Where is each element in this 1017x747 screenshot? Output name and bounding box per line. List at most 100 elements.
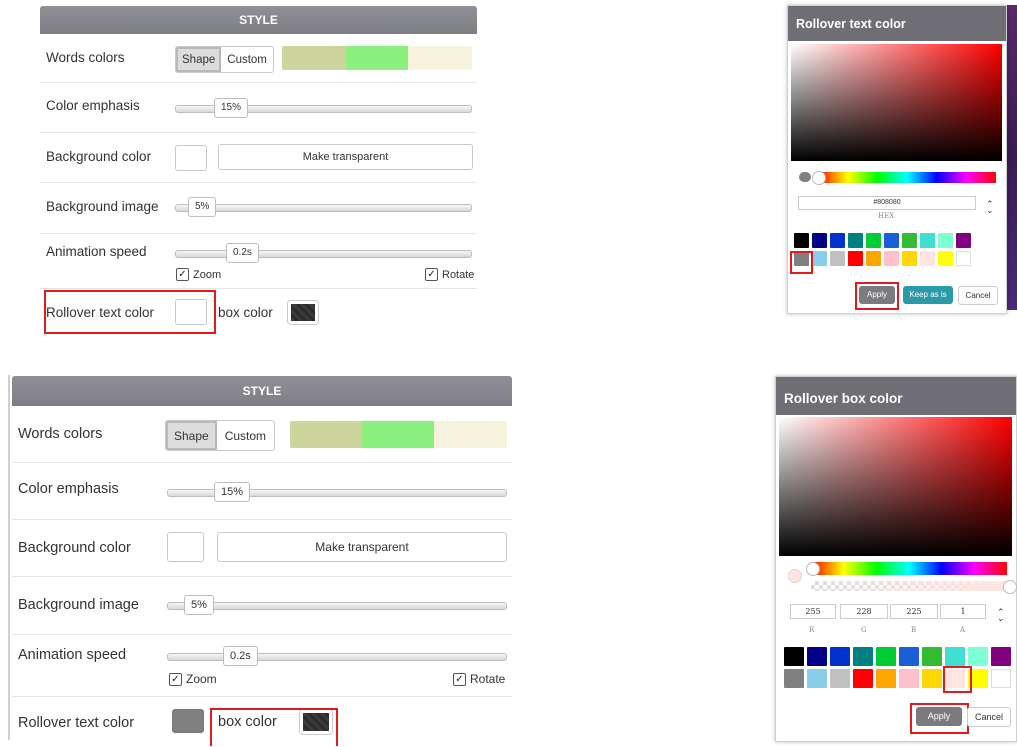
color-swatch[interactable] (866, 251, 881, 266)
color-swatch[interactable] (876, 647, 896, 666)
format-toggle-icon[interactable]: ⌃ ⌄ (986, 200, 994, 215)
color-swatch[interactable] (830, 669, 850, 688)
row-background-color: Background color Make transparent (40, 133, 477, 183)
color-swatch[interactable] (884, 233, 899, 248)
cancel-button[interactable]: Cancel (967, 707, 1011, 727)
slider-thumb[interactable]: 0.2s (223, 646, 258, 666)
color-swatch[interactable] (902, 251, 917, 266)
slider-thumb[interactable]: 15% (214, 98, 249, 118)
shape-button[interactable]: Shape (166, 421, 217, 450)
keep-as-is-button[interactable]: Keep as is (903, 286, 953, 304)
slider-thumb[interactable]: 15% (214, 482, 251, 502)
saturation-value-area[interactable] (779, 417, 1012, 556)
alpha-slider-thumb[interactable] (1003, 580, 1017, 594)
check-icon: ✓ (425, 268, 438, 281)
hue-slider-thumb[interactable] (806, 562, 820, 576)
slider-thumb[interactable]: 5% (188, 197, 217, 217)
hex-input[interactable]: #808080 (798, 196, 976, 210)
color-swatch[interactable] (853, 669, 873, 688)
make-transparent-button[interactable]: Make transparent (218, 144, 473, 170)
custom-button[interactable]: Custom (221, 47, 273, 72)
color-swatch[interactable] (945, 647, 965, 666)
color-swatch[interactable] (848, 251, 863, 266)
color-swatch[interactable] (922, 647, 942, 666)
row-color-emphasis: Color emphasis 15% (40, 83, 477, 133)
palette-color-2 (346, 46, 408, 70)
color-swatch[interactable] (899, 669, 919, 688)
row-words-colors: Words colors Shape Custom (12, 406, 512, 463)
slider-thumb[interactable]: 5% (184, 595, 214, 615)
rotate-checkbox[interactable]: ✓ Rotate (453, 672, 505, 686)
panel-header: STYLE (12, 376, 512, 406)
color-emphasis-slider[interactable]: 15% (175, 98, 472, 118)
color-swatch[interactable] (922, 669, 942, 688)
alpha-slider[interactable] (811, 581, 1007, 591)
shape-button[interactable]: Shape (176, 47, 222, 72)
color-swatch[interactable] (902, 233, 917, 248)
alpha-input[interactable]: 1 (940, 604, 986, 619)
color-swatch[interactable] (884, 251, 899, 266)
background-color-label: Background color (46, 149, 152, 164)
background-image-slider[interactable]: 5% (167, 595, 507, 615)
color-swatch[interactable] (853, 647, 873, 666)
custom-button[interactable]: Custom (217, 421, 274, 450)
hue-slider[interactable] (818, 172, 996, 183)
color-swatch[interactable] (848, 233, 863, 248)
color-swatch[interactable] (968, 647, 988, 666)
background-color-swatch[interactable] (167, 532, 204, 562)
color-swatch[interactable] (866, 233, 881, 248)
rotate-label: Rotate (470, 672, 506, 686)
color-swatch[interactable] (794, 233, 809, 248)
color-swatch[interactable] (812, 233, 827, 248)
color-swatch[interactable] (991, 647, 1011, 666)
background-image-slider[interactable]: 5% (175, 197, 472, 217)
color-swatch[interactable] (812, 251, 827, 266)
rollover-text-swatch[interactable] (172, 709, 204, 733)
hue-slider[interactable] (811, 562, 1007, 575)
row-words-colors: Words colors Shape Custom (40, 34, 477, 83)
color-emphasis-slider[interactable]: 15% (167, 482, 507, 502)
highlight-rollover-text (44, 290, 216, 334)
make-transparent-button[interactable]: Make transparent (217, 532, 507, 562)
zoom-checkbox[interactable]: ✓ Zoom (176, 268, 221, 281)
background-color-swatch[interactable] (175, 145, 207, 171)
box-color-label: box color (218, 305, 273, 320)
format-toggle-icon[interactable]: ⌃ ⌄ (997, 608, 1005, 623)
color-swatch[interactable] (899, 647, 919, 666)
color-swatch[interactable] (784, 669, 804, 688)
color-palette[interactable] (282, 46, 472, 70)
color-swatch[interactable] (876, 669, 896, 688)
color-swatch[interactable] (956, 233, 971, 248)
color-swatch[interactable] (920, 251, 935, 266)
green-input[interactable]: 228 (840, 604, 888, 619)
color-swatch[interactable] (938, 251, 953, 266)
animation-speed-label: Animation speed (18, 647, 127, 663)
color-swatch[interactable] (830, 233, 845, 248)
box-color-swatch[interactable] (288, 301, 318, 324)
selected-swatch-highlight (790, 251, 813, 274)
animation-speed-slider[interactable]: 0.2s (167, 646, 507, 666)
slider-thumb[interactable]: 0.2s (226, 243, 259, 263)
row-animation-speed: Animation speed 0.2s ✓ Zoom ✓ Rotate (40, 234, 477, 289)
blue-input[interactable]: 225 (890, 604, 938, 619)
color-swatch[interactable] (830, 647, 850, 666)
color-swatch[interactable] (784, 647, 804, 666)
cancel-button[interactable]: Cancel (958, 286, 998, 305)
color-swatch[interactable] (830, 251, 845, 266)
palette-color-3 (434, 421, 507, 448)
color-swatch[interactable] (991, 669, 1011, 688)
color-swatch[interactable] (920, 233, 935, 248)
blue-label: B (911, 626, 917, 634)
saturation-value-area[interactable] (791, 44, 1002, 161)
animation-speed-slider[interactable]: 0.2s (175, 243, 472, 263)
color-swatch[interactable] (807, 647, 827, 666)
color-swatch[interactable] (938, 233, 953, 248)
color-swatch[interactable] (807, 669, 827, 688)
color-swatch[interactable] (956, 251, 971, 266)
zoom-checkbox[interactable]: ✓ Zoom (169, 672, 217, 686)
red-input[interactable]: 255 (790, 604, 836, 619)
hue-slider-thumb[interactable] (812, 171, 826, 185)
style-panel-bottom: STYLE Words colors Shape Custom Color em… (12, 376, 512, 744)
color-palette[interactable] (290, 421, 507, 448)
rotate-checkbox[interactable]: ✓ Rotate (425, 268, 474, 281)
